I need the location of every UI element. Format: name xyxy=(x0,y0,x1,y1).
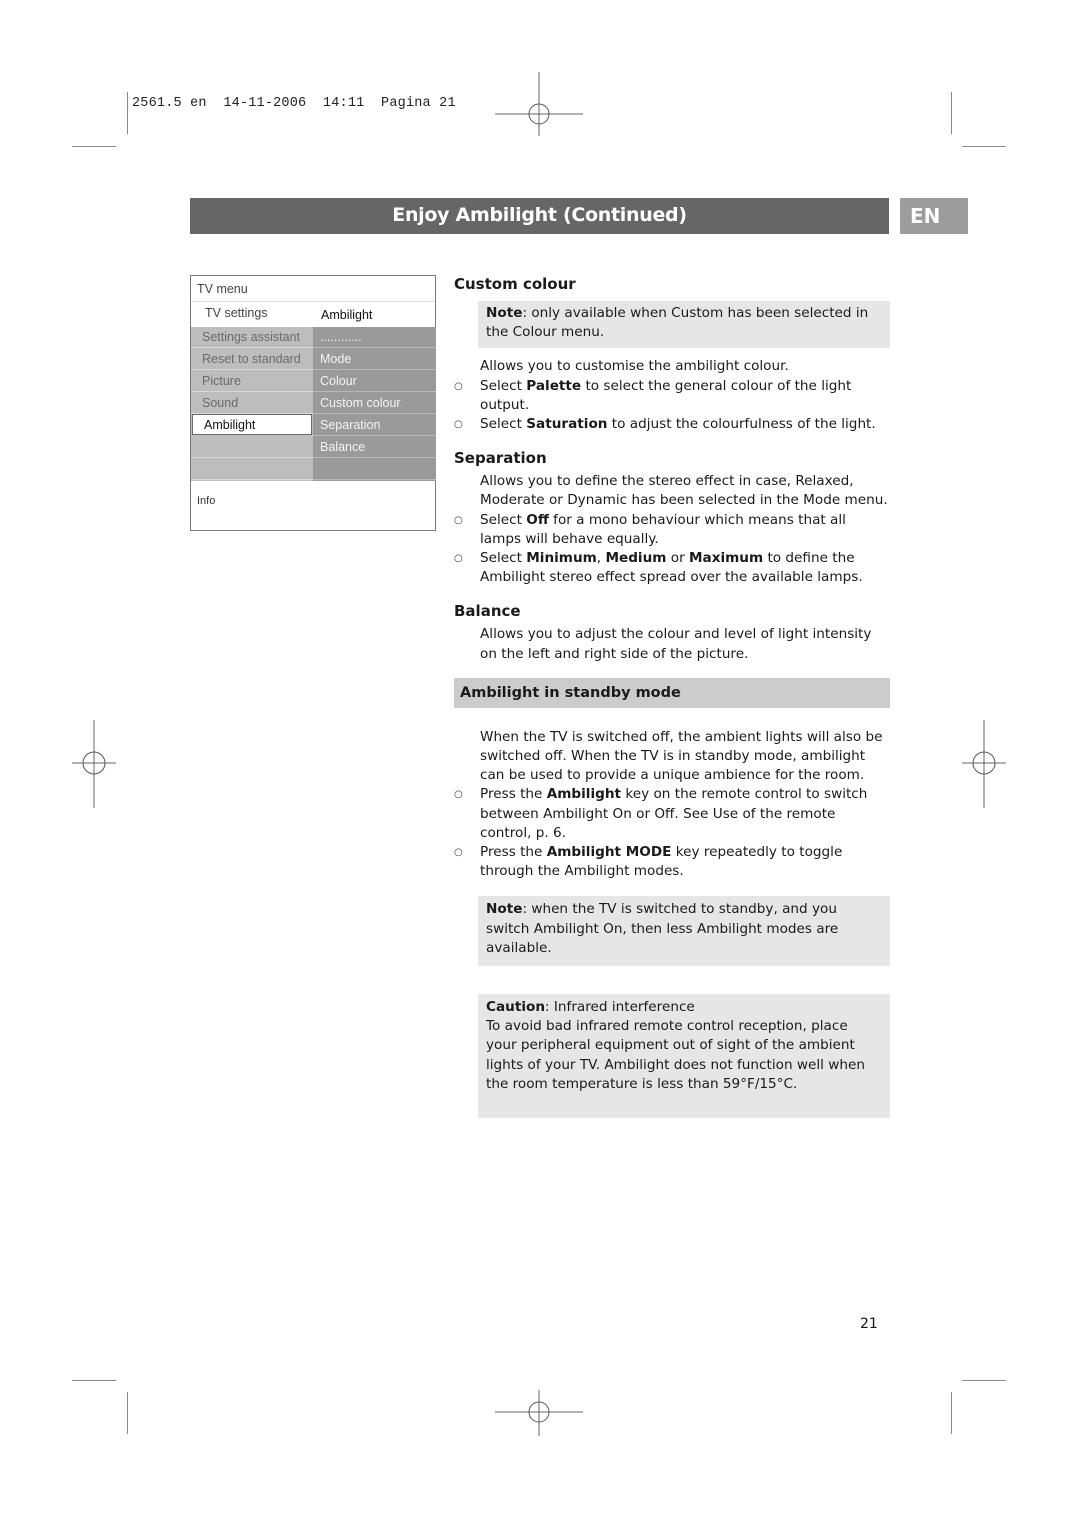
registration-crosshair-icon xyxy=(940,720,1028,808)
paragraph: Allows you to adjust the colour and leve… xyxy=(480,626,872,662)
submenu-item-empty xyxy=(313,459,436,480)
note-label: Note xyxy=(486,901,523,918)
menu-item-picture[interactable]: Picture xyxy=(191,371,313,392)
bold-term: Minimum xyxy=(526,550,597,567)
submenu-item-balance[interactable]: Balance xyxy=(313,437,436,458)
submenu-item-colour[interactable]: Colour xyxy=(313,371,436,392)
bullet-icon: ○ xyxy=(454,789,463,801)
menu-item-empty xyxy=(191,437,313,458)
bold-term: Ambilight MODE xyxy=(546,844,672,861)
submenu-item-mode[interactable]: Mode xyxy=(313,349,436,370)
list-item: ○ Select Off for a mono behaviour which … xyxy=(454,511,890,549)
note-text: : only available when Custom has been se… xyxy=(486,305,869,341)
submenu-item-placeholder: ............ xyxy=(313,327,436,348)
bold-term: Medium xyxy=(605,550,667,567)
page-number: 21 xyxy=(860,1316,878,1332)
list-item: ○ Select Palette to select the general c… xyxy=(454,377,890,415)
paragraph: When the TV is switched off, the ambient… xyxy=(480,728,883,784)
crop-mark xyxy=(951,1392,952,1434)
crop-mark xyxy=(962,146,1006,147)
text: to adjust the colourfulness of the light… xyxy=(607,416,876,433)
list-item: ○ Press the Ambilight key on the remote … xyxy=(454,785,890,843)
menu-item-empty xyxy=(191,459,313,480)
caution-text: To avoid bad infrared remote control rec… xyxy=(486,1018,865,1092)
heading-separation: Separation xyxy=(454,449,547,468)
menu-right-column: ............ Mode Colour Custom colour S… xyxy=(313,327,436,481)
text: Select xyxy=(480,377,527,394)
bold-term: Ambilight xyxy=(546,786,622,803)
menu-item-settings-assistant[interactable]: Settings assistant xyxy=(191,327,313,348)
text: Select xyxy=(480,550,527,567)
language-badge: EN xyxy=(900,198,968,234)
bullet-icon: ○ xyxy=(454,419,463,431)
caution-box: Caution: Infrared interference To avoid … xyxy=(478,994,890,1119)
caution-label: Caution xyxy=(486,999,546,1016)
menu-left-column: Settings assistant Reset to standard Pic… xyxy=(191,327,313,481)
heading-balance: Balance xyxy=(454,602,521,621)
registration-crosshair-icon xyxy=(495,72,583,160)
note-box: Note: only available when Custom has bee… xyxy=(478,301,890,349)
text: Press the xyxy=(480,786,547,803)
text: Select xyxy=(480,511,527,528)
tv-menu-title: TV menu xyxy=(197,282,248,296)
bullet-icon: ○ xyxy=(454,514,463,526)
caution-title: : Infrared interference xyxy=(545,999,695,1016)
list-item: ○ Select Minimum, Medium or Maximum to d… xyxy=(454,549,890,587)
crop-mark xyxy=(72,1380,116,1381)
paragraph: Allows you to customise the ambilight co… xyxy=(480,358,789,375)
content-column: Custom colour Note: only available when … xyxy=(454,270,890,1119)
registration-crosshair-icon xyxy=(495,1370,583,1458)
menu-item-sound[interactable]: Sound xyxy=(191,393,313,414)
section-heading-standby: Ambilight in standby mode xyxy=(454,677,890,708)
text: Press the xyxy=(480,844,547,861)
crop-mark xyxy=(127,92,128,134)
crop-mark xyxy=(127,1392,128,1434)
bold-term: Off xyxy=(526,511,549,528)
list-item: ○ Press the Ambilight MODE key repeatedl… xyxy=(454,843,890,881)
crop-mark xyxy=(962,1380,1006,1381)
crop-mark xyxy=(72,146,116,147)
text: Select xyxy=(480,416,527,433)
registration-crosshair-icon xyxy=(50,720,138,808)
note-label: Note xyxy=(486,305,523,321)
paragraph: Allows you to define the stereo effect i… xyxy=(480,473,888,509)
bold-term: Palette xyxy=(526,377,582,394)
crop-mark xyxy=(951,92,952,134)
menu-breadcrumb: TV settings xyxy=(205,306,268,320)
note-box: Note: when the TV is switched to standby… xyxy=(478,896,890,967)
bullet-icon: ○ xyxy=(454,380,463,392)
menu-info-label: Info xyxy=(197,495,216,507)
page-title: Enjoy Ambilight (Continued) xyxy=(190,198,889,234)
bullet-icon: ○ xyxy=(454,847,463,859)
divider xyxy=(191,301,435,302)
list-item: ○ Select Saturation to adjust the colour… xyxy=(454,415,890,434)
heading-custom-colour: Custom colour xyxy=(454,275,576,293)
submenu-item-separation[interactable]: Separation xyxy=(313,415,436,436)
menu-item-ambilight[interactable]: Ambilight xyxy=(192,414,312,435)
bold-term: Saturation xyxy=(526,416,608,433)
menu-item-reset-to-standard[interactable]: Reset to standard xyxy=(191,349,313,370)
text: or xyxy=(666,550,689,567)
menu-breadcrumb-current: Ambilight xyxy=(321,308,373,322)
tv-menu-panel: TV menu TV settings Ambilight Settings a… xyxy=(190,275,436,531)
bullet-icon: ○ xyxy=(454,553,463,565)
note-text: : when the TV is switched to standby, an… xyxy=(486,901,839,956)
submenu-item-custom-colour[interactable]: Custom colour xyxy=(313,393,436,414)
print-header: 2561.5 en 14-11-2006 14:11 Pagina 21 xyxy=(132,96,456,111)
bold-term: Maximum xyxy=(689,550,764,567)
